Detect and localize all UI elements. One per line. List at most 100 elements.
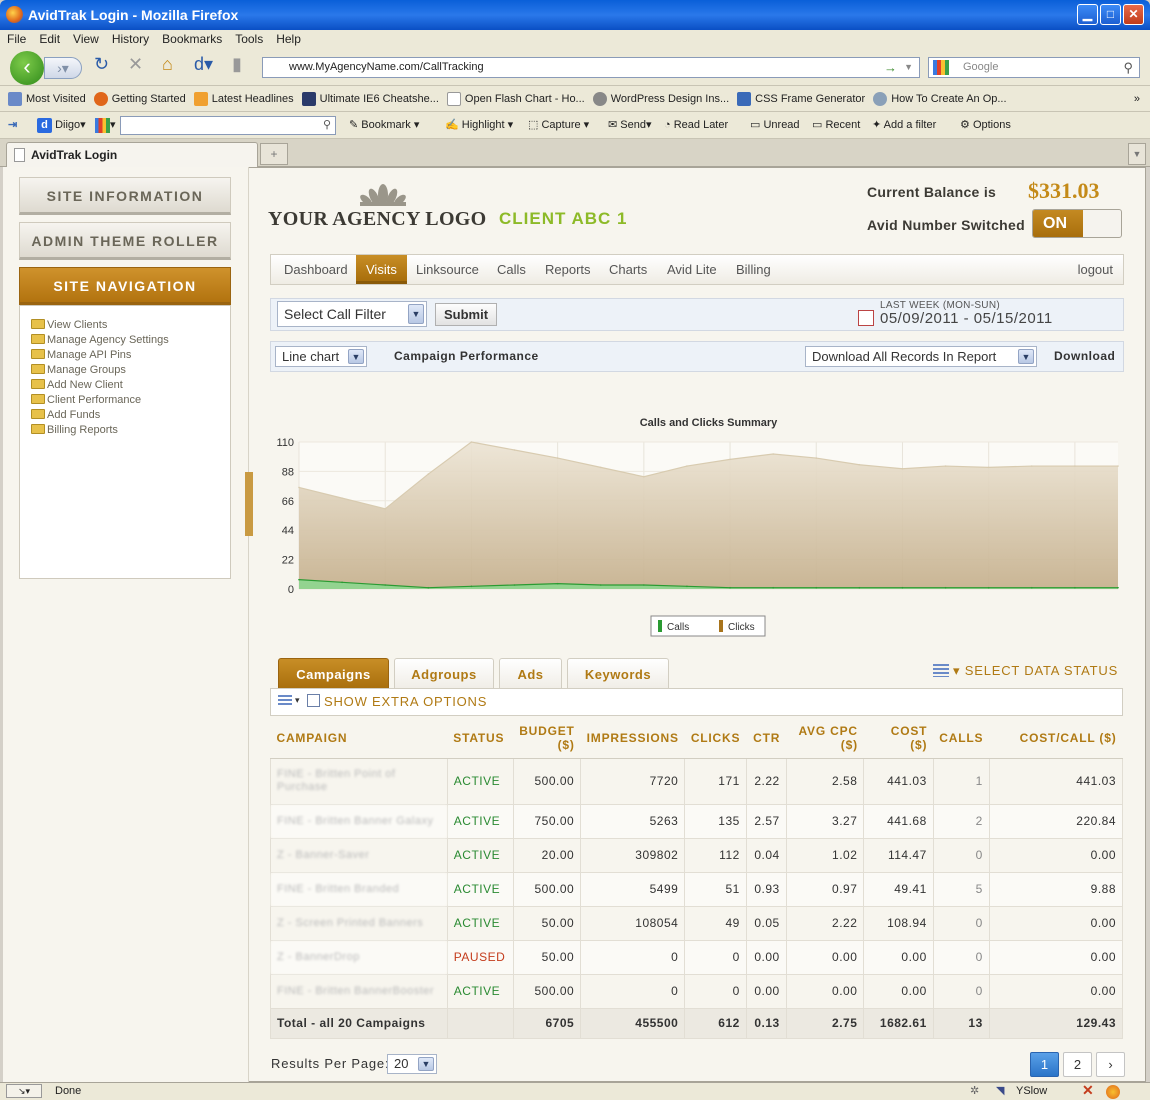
dropdown-arrow-icon[interactable]: ▼ bbox=[904, 58, 913, 77]
bookmark-most-visited[interactable]: Most Visited bbox=[8, 86, 86, 111]
next-page-button[interactable]: › bbox=[1096, 1052, 1125, 1077]
minimize-button[interactable]: ▁ bbox=[1077, 4, 1098, 25]
menu-file[interactable]: File bbox=[0, 30, 32, 48]
nav-tab-charts[interactable]: Charts bbox=[599, 255, 657, 284]
nav-tab-dashboard[interactable]: Dashboard bbox=[274, 255, 358, 284]
nav-tab-visits[interactable]: Visits bbox=[356, 255, 407, 284]
add-filter-button[interactable]: ✦ Add a filter bbox=[872, 112, 936, 139]
bookmark-wordpress-design[interactable]: WordPress Design Ins... bbox=[592, 86, 729, 111]
unread-button[interactable]: ▭ Unread bbox=[750, 112, 800, 139]
go-arrow-icon[interactable]: → bbox=[884, 58, 897, 77]
tab-campaigns[interactable]: Campaigns bbox=[278, 658, 389, 689]
bookmark-getting-started[interactable]: Getting Started bbox=[93, 86, 186, 111]
stats-icon[interactable]: ▮ bbox=[232, 54, 242, 75]
forward-button[interactable]: ›▾ bbox=[44, 57, 82, 79]
maximize-button[interactable]: □ bbox=[1100, 4, 1121, 25]
table-row[interactable]: Z - Banner-Saver ACTIVE 20.00 309802 112 0.04… bbox=[270, 837, 1124, 873]
chevron-down-icon[interactable]: ▾ bbox=[295, 695, 300, 706]
show-extra-checkbox[interactable] bbox=[307, 694, 320, 707]
nav-tab-billing[interactable]: Billing bbox=[726, 255, 781, 284]
diigo-search-input[interactable]: ⚲ bbox=[120, 116, 336, 135]
menu-history[interactable]: History bbox=[105, 30, 155, 48]
column-header[interactable]: COST/CALL ($) bbox=[989, 718, 1123, 759]
call-filter-select[interactable]: Select Call Filter ▼ bbox=[277, 301, 427, 327]
column-header[interactable]: COST ($) bbox=[863, 718, 934, 759]
search-icon[interactable]: ⚲ bbox=[1123, 58, 1133, 77]
download-records-select[interactable]: Download All Records In Report ▼ bbox=[805, 346, 1037, 367]
bookmark-how-to-create[interactable]: How To Create An Op... bbox=[873, 86, 1007, 111]
column-header[interactable]: AVG CPC ($) bbox=[786, 718, 864, 759]
table-row[interactable]: Z - BannerDrop PAUSED 50.00 0 0 0.00 0.00 0.00 0… bbox=[270, 939, 1124, 975]
search-engine-dropdown[interactable]: ▾ bbox=[95, 112, 116, 139]
nav-manage-groups[interactable]: Manage Groups bbox=[31, 363, 230, 378]
admin-theme-roller-button[interactable]: ADMIN THEME ROLLER bbox=[19, 222, 231, 260]
table-row[interactable]: Z - Screen Printed Banners ACTIVE 50.00 108… bbox=[270, 905, 1124, 941]
firefox-status-icon[interactable] bbox=[1106, 1085, 1120, 1099]
table-row[interactable]: FINE - Britten Point of Purchase ACTIVE 50… bbox=[270, 757, 1124, 805]
column-header[interactable]: IMPRESSIONS bbox=[580, 718, 685, 759]
nav-manage-api-pins[interactable]: Manage API Pins bbox=[31, 348, 230, 363]
nav-tab-reports[interactable]: Reports bbox=[535, 255, 601, 284]
error-icon[interactable]: ✕ bbox=[1082, 1082, 1094, 1099]
submit-button[interactable]: Submit bbox=[435, 303, 497, 326]
avid-number-toggle[interactable]: ON bbox=[1032, 209, 1122, 238]
column-header[interactable]: STATUS bbox=[447, 718, 514, 759]
page-2-button[interactable]: 2 bbox=[1063, 1052, 1092, 1077]
list-icon[interactable] bbox=[278, 695, 292, 707]
list-icon[interactable] bbox=[933, 664, 949, 677]
yslow-icon[interactable]: ◥ bbox=[996, 1083, 1004, 1100]
nav-add-new-client[interactable]: Add New Client bbox=[31, 378, 230, 393]
bookmark-open-flash-chart[interactable]: Open Flash Chart - Ho... bbox=[446, 86, 585, 111]
menu-view[interactable]: View bbox=[66, 30, 105, 48]
nav-manage-agency-settings[interactable]: Manage Agency Settings bbox=[31, 333, 230, 348]
diigo-sidebar-icon[interactable]: ⇥ bbox=[8, 112, 17, 139]
back-button[interactable]: ‹ bbox=[10, 51, 44, 85]
select-data-status[interactable]: ▾ SELECT DATA STATUS bbox=[953, 663, 1118, 679]
highlight-button[interactable]: ✍ Highlight ▾ bbox=[445, 112, 513, 139]
column-header[interactable]: BUDGET ($) bbox=[513, 718, 581, 759]
bookmark-button[interactable]: ✎ Bookmark ▾ bbox=[349, 112, 419, 139]
options-button[interactable]: ⚙ Options bbox=[960, 112, 1011, 139]
column-header[interactable]: CTR bbox=[746, 718, 787, 759]
nav-tab-linksource[interactable]: Linksource bbox=[406, 255, 489, 284]
send-button[interactable]: ✉ Send▾ bbox=[608, 112, 652, 139]
site-information-button[interactable]: SITE INFORMATION bbox=[19, 177, 231, 215]
chart-type-select[interactable]: Line chart ▼ bbox=[275, 346, 367, 367]
nav-tab-avid-lite[interactable]: Avid Lite bbox=[657, 255, 727, 284]
menu-help[interactable]: Help bbox=[269, 30, 307, 48]
address-bar[interactable]: www.MyAgencyName.com/CallTracking → ▼ bbox=[262, 57, 920, 78]
firebug-icon[interactable]: ✲ bbox=[970, 1083, 979, 1100]
column-header[interactable]: CALLS bbox=[933, 718, 990, 759]
tab-list-button[interactable]: ▼ bbox=[1128, 143, 1146, 165]
menu-edit[interactable]: Edit bbox=[32, 30, 66, 48]
nav-add-funds[interactable]: Add Funds bbox=[31, 408, 230, 423]
menu-tools[interactable]: Tools bbox=[228, 30, 269, 48]
read-later-button[interactable]: ◔ Read Later bbox=[664, 112, 728, 139]
table-row[interactable]: FINE - Britten BannerBooster ACTIVE 500.00… bbox=[270, 973, 1124, 1009]
nav-billing-reports[interactable]: Billing Reports bbox=[31, 423, 230, 438]
capture-button[interactable]: ⬚ Capture ▾ bbox=[528, 112, 589, 139]
nav-tab-calls[interactable]: Calls bbox=[487, 255, 536, 284]
browser-tab-avidtrak[interactable]: AvidTrak Login bbox=[6, 142, 258, 168]
google-icon[interactable] bbox=[933, 60, 949, 75]
search-icon[interactable]: ⚲ bbox=[323, 112, 331, 139]
table-row[interactable]: FINE - Britten Banner Galaxy ACTIVE 750.00… bbox=[270, 803, 1124, 839]
diigo-menu[interactable]: d Diigo▾ bbox=[37, 112, 86, 139]
page-1-button[interactable]: 1 bbox=[1030, 1052, 1059, 1077]
column-header[interactable]: CLICKS bbox=[684, 718, 747, 759]
yslow-label[interactable]: YSlow bbox=[1016, 1083, 1047, 1100]
date-range-value[interactable]: 05/09/2011 - 05/15/2011 bbox=[880, 310, 1053, 327]
nav-client-performance[interactable]: Client Performance bbox=[31, 393, 230, 408]
results-per-page-select[interactable]: 20 ▼ bbox=[387, 1054, 437, 1074]
download-button[interactable]: Download bbox=[1054, 349, 1115, 363]
tab-adgroups[interactable]: Adgroups bbox=[394, 658, 494, 689]
tab-ads[interactable]: Ads bbox=[499, 658, 562, 689]
logout-link[interactable]: logout bbox=[1078, 255, 1113, 284]
column-header[interactable]: CAMPAIGN bbox=[270, 718, 448, 759]
menu-bookmarks[interactable]: Bookmarks bbox=[155, 30, 228, 48]
reload-icon[interactable]: ↻ bbox=[94, 54, 109, 75]
tab-keywords[interactable]: Keywords bbox=[567, 658, 669, 689]
nav-view-clients[interactable]: View Clients bbox=[31, 318, 230, 333]
stop-icon[interactable]: ✕ bbox=[128, 54, 143, 75]
bookmark-latest-headlines[interactable]: Latest Headlines bbox=[193, 86, 294, 111]
